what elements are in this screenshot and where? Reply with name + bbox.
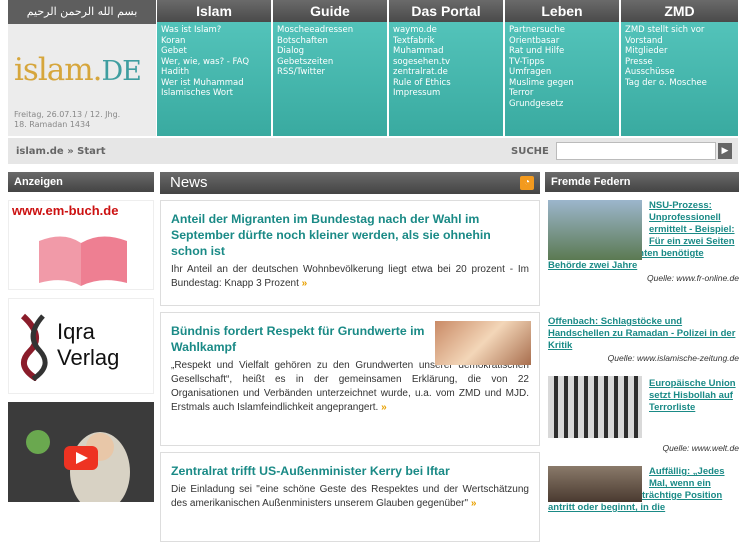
search-input[interactable] [556, 142, 716, 160]
video-thumbnail [8, 402, 154, 502]
search-submit-button[interactable]: ▶ [718, 143, 732, 159]
nav-link[interactable]: Umfragen [509, 67, 615, 78]
news-article: Bündnis fordert Respekt für Grundwerte i… [160, 312, 540, 446]
nav-link[interactable]: Hadith [161, 67, 267, 78]
news-column: News ◔ Anteil der Migranten im Bundestag … [160, 172, 540, 542]
nav-link[interactable]: RSS/Twitter [277, 67, 383, 78]
ad-iqra-line2: Verlag [57, 345, 120, 370]
nav-link[interactable]: Was ist Islam? [161, 25, 267, 36]
nav-link[interactable]: Rule of Ethics [393, 78, 499, 89]
nav-column-islam: Islam Was ist Islam? Koran Gebet Wer, wi… [156, 0, 271, 136]
nav-head-guide[interactable]: Guide [273, 0, 387, 22]
nav-link[interactable]: waymo.de [393, 25, 499, 36]
search-label: SUCHE [511, 146, 549, 157]
date-display: Freitag, 26.07.13 / 12. Jhg. 18. Ramadan … [14, 110, 154, 130]
nav-link[interactable]: Ausschüsse [625, 67, 734, 78]
breadcrumb[interactable]: islam.de » Start [16, 146, 106, 157]
nav-link[interactable]: TV-Tipps [509, 57, 615, 68]
nav-link[interactable]: Orientbasar [509, 36, 615, 47]
nav-link[interactable]: Dialog [277, 46, 383, 57]
brand-name: islam. [14, 52, 102, 88]
article-title[interactable]: Zentralrat trifft US-Außenminister Kerry… [171, 463, 529, 479]
press-item-title[interactable]: Auffällig: „Jedes Mal, wenn ein [649, 466, 739, 490]
news-article: Anteil der Migranten im Bundestag nach d… [160, 200, 540, 306]
nav-link[interactable]: Botschaften [277, 36, 383, 47]
nav-link[interactable]: Moscheeadressen [277, 25, 383, 36]
ad-iqra-line1: Iqra [57, 319, 95, 344]
nav-link[interactable]: Wer ist Muhammad [161, 78, 267, 89]
nav-column-portal: Das Portal waymo.de Textfabrik Muhammad … [388, 0, 503, 136]
article-body: Die Einladung sei "eine schöne Geste des… [171, 484, 529, 509]
nav-link[interactable]: Islamisches Wort [161, 88, 267, 99]
article-body: „Respekt und Vielfalt gehören zu den Gru… [171, 360, 529, 413]
nav-link[interactable]: Grundgesetz [509, 99, 615, 110]
ad-video[interactable] [8, 402, 154, 502]
press-item-source: Quelle: www.welt.de [662, 443, 739, 453]
iqra-logo-icon [20, 313, 48, 381]
nav-link[interactable]: ZMD stellt sich vor [625, 25, 734, 36]
press-item: Europäische Union setzt Hisbollah auf Te… [545, 376, 739, 462]
press-item-title[interactable]: NSU-Prozess: Unprofessionell ermittelt -… [649, 196, 739, 248]
article-title[interactable]: Anteil der Migranten im Bundestag nach d… [171, 211, 529, 259]
press-item-image[interactable] [548, 200, 642, 260]
nav-head-islam[interactable]: Islam [157, 0, 271, 22]
brand-logo-text: islam.DE [14, 52, 142, 88]
nav-head-portal[interactable]: Das Portal [389, 0, 503, 22]
nav-head-leben[interactable]: Leben [505, 0, 619, 22]
handshake-image[interactable] [435, 321, 531, 365]
nav-link[interactable]: Partnersuche [509, 25, 615, 36]
press-item: Auffällig: „Jedes Mal, wenn ein Muslim e… [545, 466, 739, 536]
nav-column-guide: Guide Moscheeadressen Botschaften Dialog… [272, 0, 387, 136]
rss-icon[interactable]: ◔ [520, 176, 534, 190]
nav-column-leben: Leben Partnersuche Orientbasar Rat und H… [504, 0, 619, 136]
nav-link[interactable]: Mitglieder [625, 46, 734, 57]
nav-head-zmd[interactable]: ZMD [621, 0, 738, 22]
fremde-federn-sidebar: Fremde Federn NSU-Prozess: Unprofessione… [545, 172, 739, 536]
press-item: NSU-Prozess: Unprofessionell ermittelt -… [545, 196, 739, 312]
press-item-title[interactable]: Offenbach: Schlagstöcke und Handschellen… [548, 316, 739, 352]
read-more-link[interactable]: » [471, 498, 477, 509]
press-item-source: Quelle: www.fr-online.de [647, 273, 739, 283]
nav-link[interactable]: sogesehen.tv [393, 57, 499, 68]
nav-link[interactable]: Vorstand [625, 36, 734, 47]
press-item-source: Quelle: www.islamische-zeitung.de [607, 353, 739, 363]
nav-link[interactable]: Koran [161, 36, 267, 47]
read-more-link[interactable]: » [381, 402, 387, 413]
nav-link[interactable]: Gebet [161, 46, 267, 57]
date-line-1: Freitag, 26.07.13 / 12. Jhg. [14, 110, 121, 119]
open-book-icon [39, 236, 127, 286]
calligraphy-banner: بسم الله الرحمن الرحيم [8, 0, 156, 24]
press-item: Offenbach: Schlagstöcke und Handschellen… [545, 316, 739, 372]
ad-em-buch[interactable]: www.em-buch.de [8, 200, 154, 290]
nav-link[interactable]: Rat und Hilfe [509, 46, 615, 57]
nav-link[interactable]: Muslime gegen [509, 78, 615, 89]
news-heading: News ◔ [160, 172, 540, 194]
nav-link[interactable]: Muhammad [393, 46, 499, 57]
article-title[interactable]: Bündnis fordert Respekt für Grundwerte i… [171, 323, 431, 355]
press-item-title[interactable]: Europäische Union setzt Hisbollah auf Te… [649, 376, 739, 414]
read-more-link[interactable]: » [302, 278, 308, 289]
ads-heading: Anzeigen [8, 172, 154, 192]
ads-sidebar: Anzeigen www.em-buch.de Iqra Verlag [8, 172, 154, 502]
nav-link[interactable]: Presse [625, 57, 734, 68]
article-body: Ihr Anteil an der deutschen Wohnbevölker… [171, 264, 529, 289]
site-logo[interactable]: بسم الله الرحمن الرحيم islam.DE Freitag,… [8, 0, 156, 136]
nav-link[interactable]: Textfabrik [393, 36, 499, 47]
nav-column-zmd: ZMD ZMD stellt sich vor Vorstand Mitglie… [620, 0, 738, 136]
brand-tld: DE [101, 56, 141, 87]
news-heading-text: News [170, 174, 208, 191]
nav-link[interactable]: Tag der o. Moschee [625, 78, 734, 89]
nav-link[interactable]: Wer, wie, was? - FAQ [161, 57, 267, 68]
news-article: Zentralrat trifft US-Außenminister Kerry… [160, 452, 540, 542]
press-item-image[interactable] [548, 466, 642, 502]
ad-iqra-verlag[interactable]: Iqra Verlag [8, 298, 154, 394]
breadcrumb-bar: islam.de » Start SUCHE ▶ [8, 138, 738, 164]
press-item-image[interactable] [548, 376, 642, 438]
date-line-2: 18. Ramadan 1434 [14, 120, 91, 129]
nav-link[interactable]: Terror [509, 88, 615, 99]
fremde-federn-heading: Fremde Federn [545, 172, 739, 192]
nav-link[interactable]: zentralrat.de [393, 67, 499, 78]
nav-link[interactable]: Gebetszeiten [277, 57, 383, 68]
nav-link[interactable]: Impressum [393, 88, 499, 99]
